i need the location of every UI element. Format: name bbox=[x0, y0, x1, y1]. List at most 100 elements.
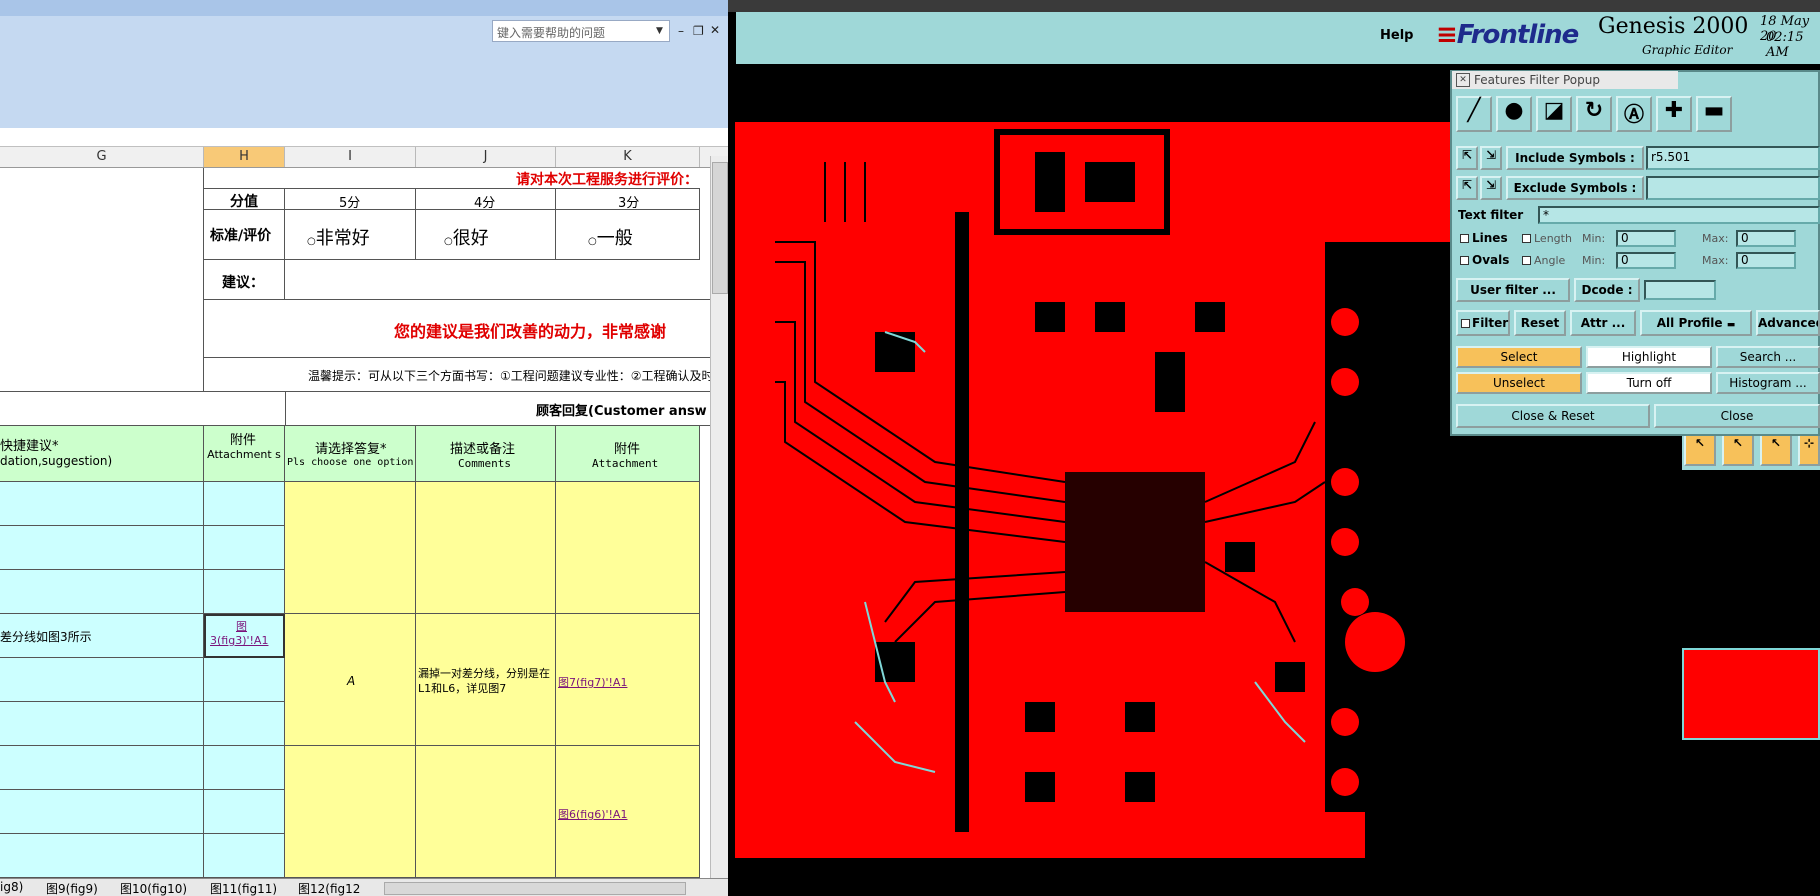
answer-cell-2[interactable]: A bbox=[285, 614, 416, 746]
table-row[interactable] bbox=[204, 834, 285, 878]
cell-g-block[interactable] bbox=[0, 168, 204, 392]
radio-rating-good[interactable]: ○很好 bbox=[444, 224, 489, 250]
chevron-down-icon[interactable]: ▼ bbox=[656, 26, 663, 36]
radio-rating-average[interactable]: ○一般 bbox=[588, 224, 633, 250]
length-max-input[interactable]: 0 bbox=[1736, 230, 1796, 247]
hdr-advice[interactable]: 快捷建议* dation,suggestion) bbox=[0, 426, 204, 482]
cell-score-3[interactable]: 3分 bbox=[556, 188, 700, 210]
text-shape-icon[interactable]: Ⓐ bbox=[1616, 96, 1652, 132]
highlight-button[interactable]: Highlight bbox=[1586, 346, 1712, 368]
cell-score-5[interactable]: 5分 bbox=[285, 188, 416, 210]
sheet-tab[interactable]: ig8) bbox=[0, 880, 23, 894]
exclude-symbols-button[interactable]: Exclude Symbols : bbox=[1506, 176, 1644, 200]
cell-suggestion-label[interactable]: 建议： bbox=[204, 260, 285, 300]
move-pointer-icon[interactable]: ↖ bbox=[1760, 434, 1792, 466]
unselect-button[interactable]: Unselect bbox=[1456, 372, 1582, 394]
cell-thanks[interactable]: 您的建议是我们改善的动力，非常感谢 bbox=[204, 300, 710, 358]
include-symbols-input[interactable]: r5.501 bbox=[1646, 146, 1820, 170]
column-header-k[interactable]: K bbox=[556, 147, 700, 167]
table-row-fig3[interactable]: 差分线如图3所示 bbox=[0, 614, 204, 658]
hdr-attach2[interactable]: 附件 Attachment bbox=[556, 426, 700, 482]
user-filter-button[interactable]: User filter ... bbox=[1456, 278, 1570, 302]
close-button[interactable]: Close bbox=[1654, 404, 1820, 428]
table-row[interactable] bbox=[204, 702, 285, 746]
fig7-link[interactable]: 图7(fig7)'!A1 bbox=[558, 674, 627, 690]
sheet-grid[interactable]: 请对本次工程服务进行评价： 分值 5分 4分 3分 标准/评价 ○非常好 ○很好… bbox=[0, 168, 710, 878]
formula-bar[interactable] bbox=[0, 128, 728, 147]
table-row[interactable] bbox=[0, 482, 204, 526]
cell-suggestion-input[interactable] bbox=[285, 260, 710, 300]
histogram-button[interactable]: Histogram ... bbox=[1716, 372, 1820, 394]
attach-cell-1[interactable] bbox=[556, 482, 700, 614]
dcode-input[interactable] bbox=[1644, 280, 1716, 300]
line-shape-icon[interactable]: ╱ bbox=[1456, 96, 1492, 132]
cell-criteria-label[interactable]: 标准/评价 bbox=[204, 210, 285, 260]
radio-rating-excellent[interactable]: ○非常好 bbox=[307, 224, 370, 250]
negative-polarity-icon[interactable]: ▬ bbox=[1696, 96, 1732, 132]
scrollbar-thumb[interactable] bbox=[712, 162, 728, 294]
hdr-comment[interactable]: 描述或备注 Comments bbox=[416, 426, 556, 482]
hdr-attach[interactable]: 附件 Attachment s bbox=[204, 426, 285, 482]
search-button[interactable]: Search ... bbox=[1716, 346, 1820, 368]
advanced-button[interactable]: Advanced bbox=[1756, 310, 1820, 336]
table-row[interactable] bbox=[204, 658, 285, 702]
table-row[interactable] bbox=[0, 702, 204, 746]
positive-polarity-icon[interactable]: ✚ bbox=[1656, 96, 1692, 132]
ovals-checkbox[interactable] bbox=[1460, 256, 1469, 265]
pcb-board-canvas[interactable] bbox=[735, 122, 1470, 858]
attr-button[interactable]: Attr ... bbox=[1570, 310, 1636, 336]
answer-cell-1[interactable] bbox=[285, 482, 416, 614]
include-symbols-button[interactable]: Include Symbols : bbox=[1506, 146, 1644, 170]
mini-map[interactable] bbox=[1682, 648, 1820, 740]
cell-tip[interactable]: 温馨提示：可从以下三个方面书写：①工程问题建议专业性：②工程确认及时 bbox=[204, 358, 710, 392]
sheet-tab[interactable]: 图10(fig10) bbox=[120, 880, 187, 896]
selected-cell-h[interactable]: 图 3(fig3)'!A1 bbox=[204, 614, 285, 658]
comment-cell-1[interactable] bbox=[416, 482, 556, 614]
surface-shape-icon[interactable]: ◪ bbox=[1536, 96, 1572, 132]
exclude-symbols-input[interactable] bbox=[1646, 176, 1820, 200]
popup-close-icon[interactable]: ✕ bbox=[1456, 73, 1470, 87]
table-row[interactable] bbox=[0, 658, 204, 702]
popup-titlebar[interactable]: ✕ Features Filter Popup bbox=[1452, 71, 1678, 89]
select-pointer-icon[interactable]: ↖ bbox=[1722, 434, 1754, 466]
cell-customer-reply[interactable]: 顾客回复(Customer answ bbox=[285, 392, 710, 426]
table-row[interactable] bbox=[0, 746, 204, 790]
hdr-choose[interactable]: 请选择答复* Pls choose one option bbox=[285, 426, 416, 482]
sheet-tab[interactable]: 图12(fig12 bbox=[298, 880, 360, 896]
fig6-link[interactable]: 图6(fig6)'!A1 bbox=[558, 806, 627, 822]
pad-shape-icon[interactable]: ● bbox=[1496, 96, 1532, 132]
angle-max-input[interactable]: 0 bbox=[1736, 252, 1796, 269]
length-checkbox[interactable] bbox=[1522, 234, 1531, 243]
angle-min-input[interactable]: 0 bbox=[1616, 252, 1676, 269]
fig3-link-a[interactable]: 图 bbox=[236, 618, 247, 634]
text-filter-input[interactable]: * bbox=[1538, 206, 1820, 224]
include-arrow-icon[interactable]: ⇱ bbox=[1456, 146, 1478, 170]
table-row[interactable] bbox=[204, 746, 285, 790]
reset-button[interactable]: Reset bbox=[1514, 310, 1566, 336]
comment-cell-2[interactable]: 漏掉一对差分线，分别是在L1和L6，详见图7 bbox=[416, 614, 556, 746]
table-row[interactable] bbox=[204, 790, 285, 834]
arc-shape-icon[interactable]: ↻ bbox=[1576, 96, 1612, 132]
table-row[interactable] bbox=[204, 482, 285, 526]
angle-checkbox[interactable] bbox=[1522, 256, 1531, 265]
dcode-button[interactable]: Dcode : bbox=[1574, 278, 1640, 302]
table-row[interactable] bbox=[0, 790, 204, 834]
fig3-link-b[interactable]: 3(fig3)'!A1 bbox=[210, 634, 268, 647]
column-header-g[interactable]: G bbox=[0, 147, 204, 167]
cell-score-label[interactable]: 分值 bbox=[204, 188, 285, 210]
sheet-tab[interactable]: 图11(fig11) bbox=[210, 880, 277, 896]
exclude-arrow-icon[interactable]: ⇱ bbox=[1456, 176, 1478, 200]
comment-cell-3[interactable] bbox=[416, 746, 556, 878]
cell-rating-2[interactable]: ○很好 bbox=[416, 210, 556, 260]
column-header-i[interactable]: I bbox=[285, 147, 416, 167]
cell-title[interactable]: 请对本次工程服务进行评价： bbox=[204, 168, 710, 188]
include-arrow-icon-2[interactable]: ⇲ bbox=[1480, 146, 1502, 170]
attach-cell-2[interactable]: 图7(fig7)'!A1 bbox=[556, 614, 700, 746]
sheet-tab[interactable]: 图9(fig9) bbox=[46, 880, 98, 896]
answer-cell-3[interactable] bbox=[285, 746, 416, 878]
filter-toggle[interactable]: Filter bbox=[1456, 310, 1510, 336]
table-row[interactable] bbox=[0, 526, 204, 570]
help-menu[interactable]: Help bbox=[1380, 28, 1413, 43]
length-min-input[interactable]: 0 bbox=[1616, 230, 1676, 247]
turn-off-button[interactable]: Turn off bbox=[1586, 372, 1712, 394]
